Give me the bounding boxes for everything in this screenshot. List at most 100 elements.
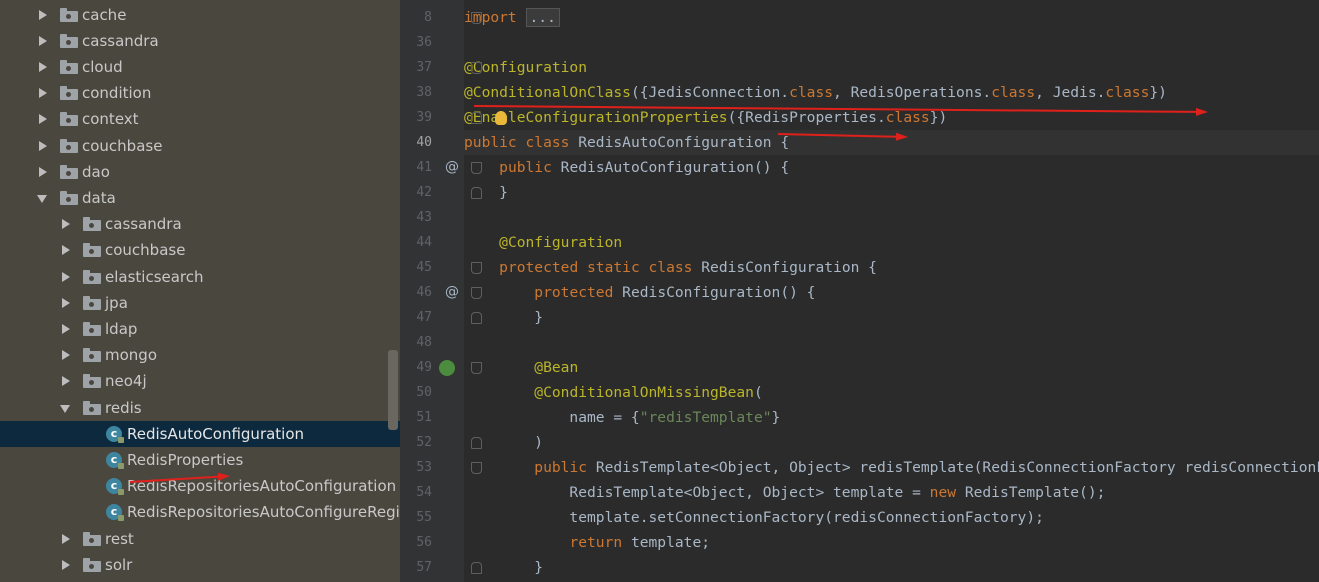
tree-class-redisproperties[interactable]: c RedisProperties xyxy=(0,447,400,473)
chevron-right-icon[interactable] xyxy=(37,28,49,54)
code-line[interactable]: import ... xyxy=(464,5,1319,30)
code-line[interactable]: } xyxy=(464,305,1319,330)
chevron-down-icon[interactable] xyxy=(37,185,49,211)
code-token: @ConditionalOnMissingBean xyxy=(534,384,754,401)
intention-bulb-icon[interactable] xyxy=(495,111,507,125)
code-line[interactable]: protected RedisConfiguration() { xyxy=(464,280,1319,305)
project-tree[interactable]: cache cassandra cloud condition context couch… xyxy=(0,0,400,582)
class-icon: c xyxy=(106,504,124,522)
code-line[interactable]: ) xyxy=(464,430,1319,455)
chevron-right-icon[interactable] xyxy=(60,342,72,368)
code-editor[interactable]: import ... @Configuration @ConditionalOnCl… xyxy=(464,0,1319,582)
tree-package-couchbase[interactable]: couchbase xyxy=(0,237,400,263)
line-number: 49 xyxy=(416,360,432,375)
code-line[interactable]: } xyxy=(464,180,1319,205)
tree-class-redisrepositoriesautoconfigureregi[interactable]: c RedisRepositoriesAutoConfigureRegi xyxy=(0,499,400,525)
tree-item-label: elasticsearch xyxy=(105,267,204,286)
tree-package-cloud[interactable]: cloud xyxy=(0,54,400,80)
package-icon xyxy=(60,164,78,179)
chevron-right-icon[interactable] xyxy=(37,80,49,106)
code-line[interactable] xyxy=(464,205,1319,230)
package-icon xyxy=(83,243,101,258)
code-token: protected xyxy=(534,284,623,301)
tree-package-mongo[interactable]: mongo xyxy=(0,342,400,368)
code-line[interactable]: @Configuration xyxy=(464,230,1319,255)
chevron-right-icon[interactable] xyxy=(60,211,72,237)
tree-package-cassandra[interactable]: cassandra xyxy=(0,211,400,237)
override-marker-icon[interactable]: @ xyxy=(444,155,460,180)
override-marker-icon[interactable]: @ xyxy=(444,280,460,305)
fold-marker-icon[interactable] xyxy=(471,112,482,124)
fold-marker-icon[interactable] xyxy=(471,437,482,449)
tree-package-context[interactable]: context xyxy=(0,106,400,132)
tree-package-elasticsearch[interactable]: elasticsearch xyxy=(0,264,400,290)
chevron-right-icon[interactable] xyxy=(37,106,49,132)
fold-marker-icon[interactable] xyxy=(471,12,482,24)
chevron-right-icon[interactable] xyxy=(60,264,72,290)
fold-marker-icon[interactable] xyxy=(471,162,482,174)
fold-marker-icon[interactable] xyxy=(471,262,482,274)
line-number: 37 xyxy=(416,60,432,75)
tree-package-ldap[interactable]: ldap xyxy=(0,316,400,342)
code-line[interactable]: name = {"redisTemplate"} xyxy=(464,405,1319,430)
line-number: 43 xyxy=(416,210,432,225)
chevron-down-icon[interactable] xyxy=(60,395,72,421)
tree-package-jpa[interactable]: jpa xyxy=(0,290,400,316)
tree-package-dao[interactable]: dao xyxy=(0,159,400,185)
code-line[interactable]: @Bean xyxy=(464,355,1319,380)
chevron-right-icon[interactable] xyxy=(60,290,72,316)
tree-package-cache[interactable]: cache xyxy=(0,2,400,28)
chevron-right-icon[interactable] xyxy=(37,159,49,185)
code-line[interactable] xyxy=(464,30,1319,55)
fold-marker-icon[interactable] xyxy=(471,187,482,199)
tree-package-redis[interactable]: redis xyxy=(0,395,400,421)
package-icon xyxy=(83,557,101,572)
line-number: 41 xyxy=(416,160,432,175)
package-icon xyxy=(83,269,101,284)
code-token: RedisTemplate(); xyxy=(964,484,1106,501)
fold-marker-icon[interactable] xyxy=(471,312,482,324)
chevron-right-icon[interactable] xyxy=(37,54,49,80)
tree-package-rest[interactable]: rest xyxy=(0,526,400,552)
code-line[interactable]: template.setConnectionFactory(redisConne… xyxy=(464,505,1319,530)
tree-package-condition[interactable]: condition xyxy=(0,80,400,106)
tree-class-redisautoconfiguration[interactable]: c RedisAutoConfiguration xyxy=(0,420,400,447)
chevron-right-icon[interactable] xyxy=(37,133,49,159)
fold-marker-icon[interactable] xyxy=(471,362,482,374)
code-line[interactable]: public RedisTemplate<Object, Object> red… xyxy=(464,455,1319,480)
chevron-right-icon[interactable] xyxy=(60,368,72,394)
tree-package-cassandra[interactable]: cassandra xyxy=(0,28,400,54)
tree-package-solr[interactable]: solr xyxy=(0,552,400,578)
code-line[interactable] xyxy=(464,330,1319,355)
bean-marker-icon[interactable] xyxy=(439,360,455,376)
chevron-right-icon[interactable] xyxy=(60,316,72,342)
tree-package-couchbase[interactable]: couchbase xyxy=(0,133,400,159)
code-token: @Configuration xyxy=(464,59,588,76)
chevron-right-icon[interactable] xyxy=(37,2,49,28)
code-line[interactable]: @Configuration xyxy=(464,55,1319,80)
fold-marker-icon[interactable] xyxy=(471,62,482,74)
fold-marker-icon[interactable] xyxy=(471,462,482,474)
tree-package-neo4j[interactable]: neo4j xyxy=(0,368,400,394)
project-tree-scrollbar[interactable] xyxy=(388,350,398,430)
package-icon xyxy=(60,59,78,74)
code-line[interactable]: @ConditionalOnClass({JedisConnection.cla… xyxy=(464,80,1319,105)
chevron-right-icon[interactable] xyxy=(60,237,72,263)
chevron-right-icon[interactable] xyxy=(60,526,72,552)
package-icon xyxy=(83,348,101,363)
fold-marker-icon[interactable] xyxy=(471,562,482,574)
code-line[interactable]: public RedisAutoConfiguration() { xyxy=(464,155,1319,180)
package-icon xyxy=(83,295,101,310)
tree-package-data[interactable]: data xyxy=(0,185,400,211)
code-line[interactable]: RedisTemplate<Object, Object> template =… xyxy=(464,480,1319,505)
fold-marker-icon[interactable] xyxy=(471,287,482,299)
code-line[interactable]: return template; xyxy=(464,530,1319,555)
code-line[interactable]: protected static class RedisConfiguratio… xyxy=(464,255,1319,280)
code-token: }) xyxy=(1149,84,1167,101)
code-line[interactable]: @ConditionalOnMissingBean( xyxy=(464,380,1319,405)
code-line[interactable]: public class RedisAutoConfiguration { xyxy=(464,130,1319,155)
code-token: @ConditionalOnClass xyxy=(464,84,631,101)
code-token: class xyxy=(789,84,834,101)
chevron-right-icon[interactable] xyxy=(60,552,72,578)
code-line[interactable]: } xyxy=(464,555,1319,580)
